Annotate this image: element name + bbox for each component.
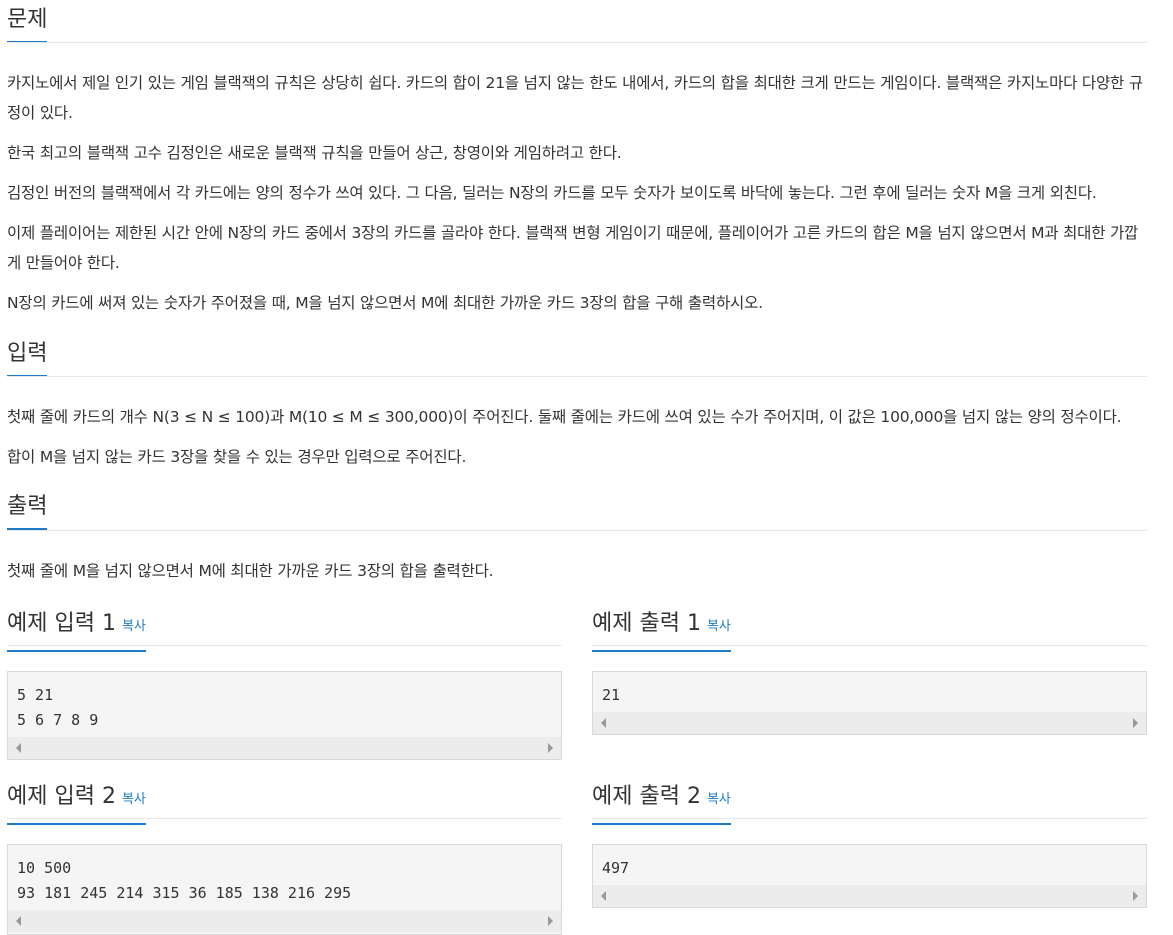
scroll-right-icon[interactable] bbox=[1133, 718, 1138, 728]
sample-input-2-heading: 예제 입력 2 복사 bbox=[7, 782, 146, 825]
scroll-left-icon[interactable] bbox=[16, 916, 21, 926]
output-paragraph-1: 첫째 줄에 M을 넘지 않으면서 M에 최대한 가까운 카드 3장의 합을 출력… bbox=[7, 562, 494, 580]
sample-input-1-title: 예제 입력 1 bbox=[7, 611, 116, 636]
divider bbox=[7, 376, 1147, 377]
problem-paragraph-1: 카지노에서 제일 인기 있는 게임 블랙잭의 규칙은 상당히 쉽다. 카드의 합… bbox=[7, 74, 1143, 122]
sample-output-2-box[interactable]: 497 bbox=[592, 844, 1147, 908]
scroll-right-icon[interactable] bbox=[548, 916, 553, 926]
sample-output-2-title: 예제 출력 2 bbox=[592, 784, 701, 809]
output-heading-text: 출력 bbox=[7, 494, 48, 519]
scroll-left-icon[interactable] bbox=[601, 891, 606, 901]
divider bbox=[7, 818, 562, 819]
copy-button[interactable]: 복사 bbox=[707, 619, 731, 634]
heading-underline bbox=[7, 650, 146, 652]
horizontal-scrollbar[interactable] bbox=[8, 737, 561, 759]
problem-paragraph-5: N장의 카드에 써져 있는 숫자가 주어졌을 때, M을 넘지 않으면서 M에 … bbox=[7, 294, 763, 312]
sample-output-1-box[interactable]: 21 bbox=[592, 671, 1147, 735]
problem-paragraph-4: 이제 플레이어는 제한된 시간 안에 N장의 카드 중에서 3장의 카드를 골라… bbox=[7, 224, 1139, 272]
heading-underline bbox=[592, 650, 731, 652]
sample-input-2-title: 예제 입력 2 bbox=[7, 784, 116, 809]
horizontal-scrollbar[interactable] bbox=[593, 712, 1146, 734]
sample-input-1-heading: 예제 입력 1 복사 bbox=[7, 609, 146, 652]
problem-paragraph-2: 한국 최고의 블랙잭 고수 김정인은 새로운 블랙잭 규칙을 만들어 상근, 창… bbox=[7, 144, 622, 162]
divider bbox=[592, 818, 1147, 819]
divider bbox=[7, 530, 1147, 531]
sample-output-2-heading: 예제 출력 2 복사 bbox=[592, 782, 731, 825]
problem-page: 문제 카지노에서 제일 인기 있는 게임 블랙잭의 규칙은 상당히 쉽다. 카드… bbox=[0, 0, 1173, 935]
copy-button[interactable]: 복사 bbox=[122, 619, 146, 634]
sample-output-1-code: 21 bbox=[602, 686, 621, 704]
sample-output-2-code: 497 bbox=[602, 859, 630, 877]
horizontal-scrollbar[interactable] bbox=[8, 910, 561, 932]
output-heading: 출력 bbox=[7, 492, 48, 530]
sample-input-1-code: 5 21 5 6 7 8 9 bbox=[17, 686, 99, 729]
divider bbox=[7, 42, 1147, 43]
divider bbox=[592, 645, 1147, 646]
problem-heading-text: 문제 bbox=[7, 7, 48, 32]
copy-button[interactable]: 복사 bbox=[707, 792, 731, 807]
sample-input-1-box[interactable]: 5 21 5 6 7 8 9 bbox=[7, 671, 562, 760]
input-paragraph-1: 첫째 줄에 카드의 개수 N(3 ≤ N ≤ 100)과 M(10 ≤ M ≤ … bbox=[7, 408, 1122, 426]
problem-paragraph-3: 김정인 버전의 블랙잭에서 각 카드에는 양의 정수가 쓰여 있다. 그 다음,… bbox=[7, 184, 1097, 202]
heading-underline bbox=[7, 823, 146, 825]
scroll-left-icon[interactable] bbox=[16, 743, 21, 753]
input-heading-text: 입력 bbox=[7, 341, 48, 366]
scroll-right-icon[interactable] bbox=[1133, 891, 1138, 901]
divider bbox=[7, 645, 562, 646]
copy-button[interactable]: 복사 bbox=[122, 792, 146, 807]
sample-input-2-box[interactable]: 10 500 93 181 245 214 315 36 185 138 216… bbox=[7, 844, 562, 935]
scroll-right-icon[interactable] bbox=[548, 743, 553, 753]
sample-output-1-heading: 예제 출력 1 복사 bbox=[592, 609, 731, 652]
heading-underline bbox=[592, 823, 731, 825]
sample-input-2-code: 10 500 93 181 245 214 315 36 185 138 216… bbox=[17, 859, 352, 902]
sample-output-1-title: 예제 출력 1 bbox=[592, 611, 701, 636]
horizontal-scrollbar[interactable] bbox=[593, 885, 1146, 907]
input-paragraph-2: 합이 M을 넘지 않는 카드 3장을 찾을 수 있는 경우만 입력으로 주어진다… bbox=[7, 448, 467, 466]
problem-heading: 문제 bbox=[7, 5, 48, 43]
input-heading: 입력 bbox=[7, 339, 48, 377]
scroll-left-icon[interactable] bbox=[601, 718, 606, 728]
